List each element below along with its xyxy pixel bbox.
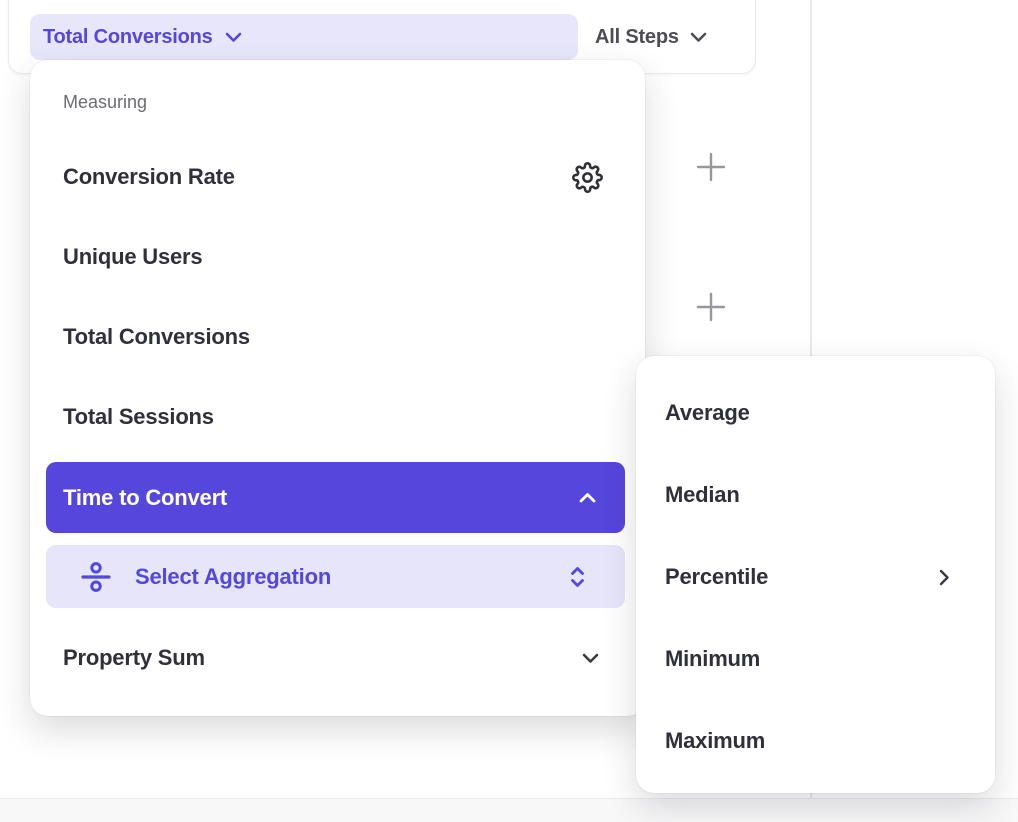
plus-icon: [696, 152, 726, 182]
steps-selector-button[interactable]: All Steps: [595, 14, 707, 60]
plus-icon: [696, 292, 726, 322]
submenu-item-percentile[interactable]: Percentile: [636, 537, 995, 617]
menu-item-label: Conversion Rate: [63, 164, 235, 190]
aggregation-submenu: Average Median Percentile Minimum Maximu…: [636, 356, 995, 793]
chevron-up-icon: [579, 492, 596, 503]
measuring-menu: Measuring Conversion Rate Unique Users T…: [30, 60, 645, 716]
menu-item-total-conversions[interactable]: Total Conversions: [30, 297, 645, 377]
menu-item-label: Time to Convert: [63, 485, 227, 511]
menu-item-total-sessions[interactable]: Total Sessions: [30, 377, 645, 457]
select-aggregation-row[interactable]: Select Aggregation: [46, 545, 625, 608]
measurement-selector-label: Total Conversions: [43, 26, 213, 49]
up-down-chevron-icon: [570, 566, 585, 588]
chevron-down-icon: [582, 653, 599, 664]
submenu-item-average[interactable]: Average: [636, 373, 995, 453]
menu-item-time-to-convert[interactable]: Time to Convert: [46, 462, 625, 533]
menu-item-conversion-rate[interactable]: Conversion Rate: [30, 137, 645, 217]
submenu-item-label: Minimum: [665, 646, 760, 672]
menu-item-label: Unique Users: [63, 244, 202, 270]
aggregation-icon: [81, 562, 111, 592]
gear-icon[interactable]: [572, 162, 603, 193]
menu-item-label: Total Conversions: [63, 324, 250, 350]
funnel-builder-page: Total Conversions All Steps Measuring Co…: [0, 0, 1018, 822]
menu-item-label: Property Sum: [63, 645, 205, 671]
submenu-item-minimum[interactable]: Minimum: [636, 619, 995, 699]
add-step-button[interactable]: [695, 291, 727, 323]
submenu-item-label: Average: [665, 400, 750, 426]
steps-selector-label: All Steps: [595, 26, 679, 49]
measurement-selector-button[interactable]: Total Conversions: [30, 14, 578, 60]
chevron-down-icon: [690, 32, 707, 43]
submenu-item-label: Maximum: [665, 728, 765, 754]
menu-item-label: Total Sessions: [63, 404, 214, 430]
submenu-item-label: Median: [665, 482, 740, 508]
add-step-button[interactable]: [695, 151, 727, 183]
menu-item-property-sum[interactable]: Property Sum: [30, 618, 645, 698]
chevron-right-icon: [939, 569, 950, 586]
submenu-item-median[interactable]: Median: [636, 455, 995, 535]
chevron-down-icon: [225, 32, 242, 43]
bottom-section-divider: [0, 798, 1018, 822]
submenu-item-maximum[interactable]: Maximum: [636, 701, 995, 781]
menu-item-unique-users[interactable]: Unique Users: [30, 217, 645, 297]
menu-item-label: Select Aggregation: [135, 564, 331, 590]
submenu-item-label: Percentile: [665, 564, 768, 590]
menu-section-label: Measuring: [63, 92, 147, 113]
